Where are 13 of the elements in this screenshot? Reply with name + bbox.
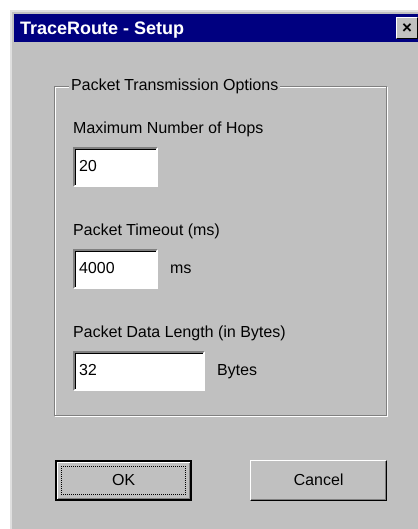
group-title: Packet Transmission Options <box>69 76 280 96</box>
field-label: Packet Data Length (in Bytes) <box>73 323 286 343</box>
field-label: Maximum Number of Hops <box>73 119 264 139</box>
unit-label: Bytes <box>217 361 258 381</box>
ok-button[interactable]: OK <box>55 460 192 501</box>
unit-label: ms <box>170 259 192 279</box>
input-field[interactable]: 4000 <box>73 249 158 289</box>
input-field[interactable]: 32 <box>73 351 205 391</box>
window-title: TraceRoute - Setup <box>20 16 184 40</box>
input-field[interactable]: 20 <box>73 147 158 187</box>
field-label: Packet Timeout (ms) <box>73 221 220 241</box>
close-button[interactable]: × <box>396 17 418 39</box>
cancel-button[interactable]: Cancel <box>250 460 387 501</box>
